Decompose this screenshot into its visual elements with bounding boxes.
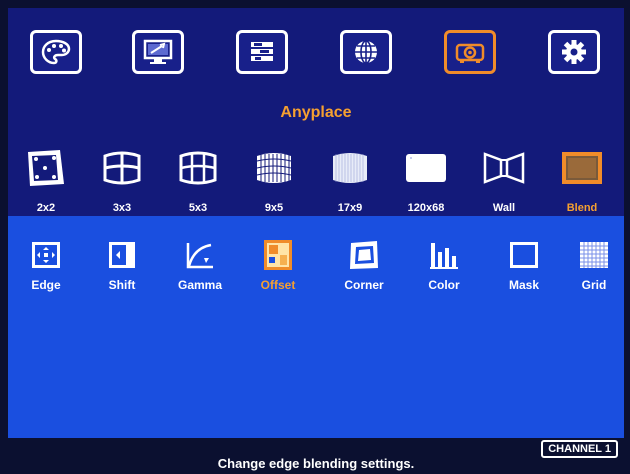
layout-3x3[interactable]: 3x3 bbox=[92, 146, 152, 216]
option-label: Mask bbox=[508, 278, 540, 292]
layout-label: Blend bbox=[566, 202, 598, 214]
layout-label: Wall bbox=[492, 202, 516, 214]
option-offset[interactable]: Offset bbox=[248, 238, 308, 292]
option-gamma[interactable]: Gamma bbox=[170, 238, 230, 292]
color-bars-icon bbox=[430, 243, 458, 269]
monitor-tools-icon bbox=[143, 39, 173, 64]
layout-blend[interactable]: Blend bbox=[552, 146, 612, 216]
gamma-icon bbox=[186, 243, 213, 269]
shift-icon bbox=[109, 242, 135, 268]
layout-17x9[interactable]: 17x9 bbox=[320, 146, 380, 216]
tab-settings[interactable] bbox=[548, 30, 600, 74]
option-label: Edge bbox=[31, 278, 61, 292]
globe-icon bbox=[355, 40, 377, 64]
wall-icon bbox=[483, 152, 525, 184]
status-bar: CHANNEL 1 Change edge blending settings. bbox=[8, 438, 624, 471]
option-corner[interactable]: Corner bbox=[334, 238, 394, 292]
corner-icon bbox=[350, 241, 378, 269]
section-title: Anyplace bbox=[280, 104, 352, 121]
mask-icon bbox=[510, 242, 538, 268]
option-color[interactable]: Color bbox=[414, 238, 474, 292]
option-label: Gamma bbox=[177, 278, 223, 292]
option-mask[interactable]: Mask bbox=[494, 238, 554, 292]
warp-2x2-icon bbox=[28, 150, 64, 186]
grid-icon bbox=[580, 242, 608, 268]
layout-label: 2x2 bbox=[36, 202, 56, 214]
tab-input-source[interactable] bbox=[236, 30, 288, 74]
tab-palette[interactable] bbox=[30, 30, 82, 74]
layout-5x3[interactable]: 5x3 bbox=[168, 146, 228, 216]
blend-options-panel: Edge Shift Gamma Offset Corner Color Mas… bbox=[8, 216, 624, 438]
option-label: Grid bbox=[581, 278, 607, 292]
layout-wall[interactable]: Wall bbox=[474, 146, 534, 216]
option-label: Shift bbox=[108, 278, 136, 292]
grid-9x5-icon bbox=[256, 153, 292, 183]
palette-icon bbox=[41, 39, 71, 65]
layout-9x5[interactable]: 9x5 bbox=[244, 146, 304, 216]
offset-icon bbox=[264, 240, 292, 270]
edge-icon bbox=[32, 242, 60, 268]
input-source-icon bbox=[251, 42, 273, 61]
option-edge[interactable]: Edge bbox=[16, 238, 76, 292]
layout-label: 3x3 bbox=[112, 202, 132, 214]
layout-label: 5x3 bbox=[188, 202, 208, 214]
projector-icon bbox=[455, 43, 485, 63]
layout-label: 17x9 bbox=[337, 202, 363, 214]
top-panel: Anyplace 2x2 3x3 5x3 9x5 17x9 120x68 Wal… bbox=[8, 8, 624, 216]
osd-menu: Anyplace 2x2 3x3 5x3 9x5 17x9 120x68 Wal… bbox=[0, 0, 630, 474]
grid-5x3-icon bbox=[179, 151, 217, 185]
help-text: Change edge blending settings. bbox=[217, 456, 415, 471]
layout-label: 120x68 bbox=[407, 202, 445, 214]
layout-2x2[interactable]: 2x2 bbox=[16, 146, 76, 216]
layout-label: 9x5 bbox=[264, 202, 284, 214]
option-label: Offset bbox=[260, 278, 296, 292]
option-label: Color bbox=[428, 278, 460, 292]
grid-120x68-icon bbox=[406, 154, 446, 182]
tab-display-tools[interactable] bbox=[132, 30, 184, 74]
grid-17x9-icon bbox=[333, 153, 367, 183]
grid-3x3-icon bbox=[103, 151, 141, 185]
option-grid[interactable]: Grid bbox=[564, 238, 624, 292]
gear-icon bbox=[562, 40, 586, 64]
layout-120x68[interactable]: 120x68 bbox=[396, 146, 456, 216]
blend-icon bbox=[562, 152, 602, 184]
tab-projector[interactable] bbox=[444, 30, 496, 74]
tab-network[interactable] bbox=[340, 30, 392, 74]
option-label: Corner bbox=[344, 278, 384, 292]
option-shift[interactable]: Shift bbox=[92, 238, 152, 292]
